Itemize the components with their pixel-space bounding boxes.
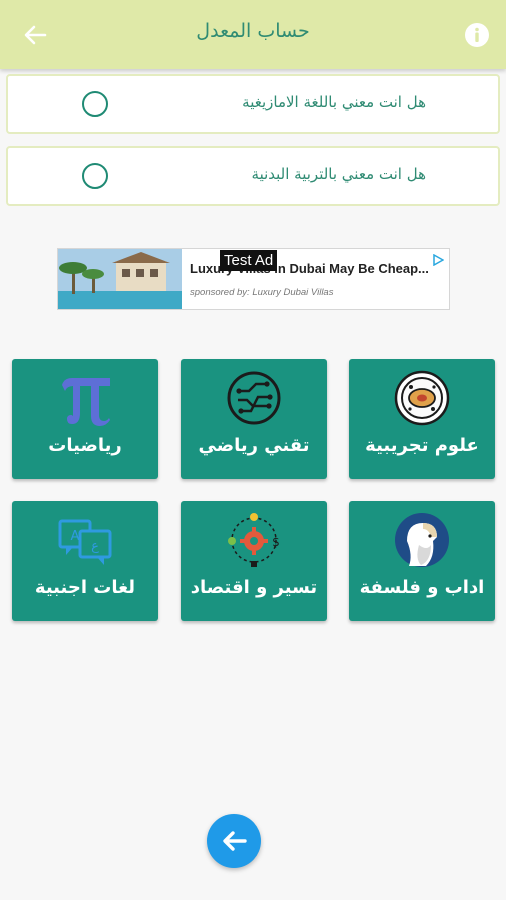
tile-mathematics[interactable]: رياضيات: [12, 359, 158, 479]
tile-foreign-languages[interactable]: A ع لغات اجنبية: [12, 501, 158, 621]
circuit-icon: [227, 371, 281, 425]
app-bar: حساب المعدل: [0, 0, 506, 69]
microscope-slide-icon: [394, 370, 450, 426]
translate-icon: A ع: [58, 519, 112, 565]
page-title: حساب المعدل: [196, 20, 310, 42]
test-ad-label: Test Ad: [220, 250, 278, 271]
tile-technical-math[interactable]: تقني رياضي: [181, 359, 327, 479]
business-gear-icon: $: [228, 513, 280, 567]
tile-label: تقني رياضي: [198, 435, 310, 456]
tile-management-economics[interactable]: $ تسير و اقتصاد: [181, 501, 327, 621]
svg-text:A: A: [71, 529, 80, 544]
pi-icon: [62, 378, 110, 426]
question-label: هل انت معني باللغة الامازيغية: [242, 93, 426, 111]
info-icon: [465, 23, 489, 47]
svg-text:ع: ع: [91, 539, 99, 554]
question-card-sport: هل انت معني بالتربية البدنية: [6, 146, 500, 206]
tile-label: علوم تجريبية: [365, 435, 479, 456]
tile-literature-philosophy[interactable]: اداب و فلسفة: [349, 501, 495, 621]
info-button[interactable]: [464, 22, 490, 48]
question-label: هل انت معني بالتربية البدنية: [251, 165, 426, 183]
question-card-amazigh: هل انت معني باللغة الامازيغية: [6, 74, 500, 134]
philosopher-icon: [395, 513, 449, 567]
svg-text:$: $: [272, 535, 280, 549]
back-fab-button[interactable]: [207, 814, 261, 868]
radio-button[interactable]: [82, 163, 108, 189]
radio-button[interactable]: [82, 91, 108, 117]
ad-choices-icon[interactable]: [432, 254, 444, 266]
ad-image: [58, 249, 182, 309]
tile-label: تسير و اقتصاد: [190, 577, 318, 598]
tile-label: رياضيات: [48, 435, 122, 456]
tile-label: لغات اجنبية: [34, 577, 136, 598]
tile-label: اداب و فلسفة: [359, 577, 485, 598]
ad-sponsor: sponsored by: Luxury Dubai Villas: [190, 287, 334, 298]
tile-experimental-sciences[interactable]: علوم تجريبية: [349, 359, 495, 479]
arrow-left-icon: [223, 831, 247, 851]
